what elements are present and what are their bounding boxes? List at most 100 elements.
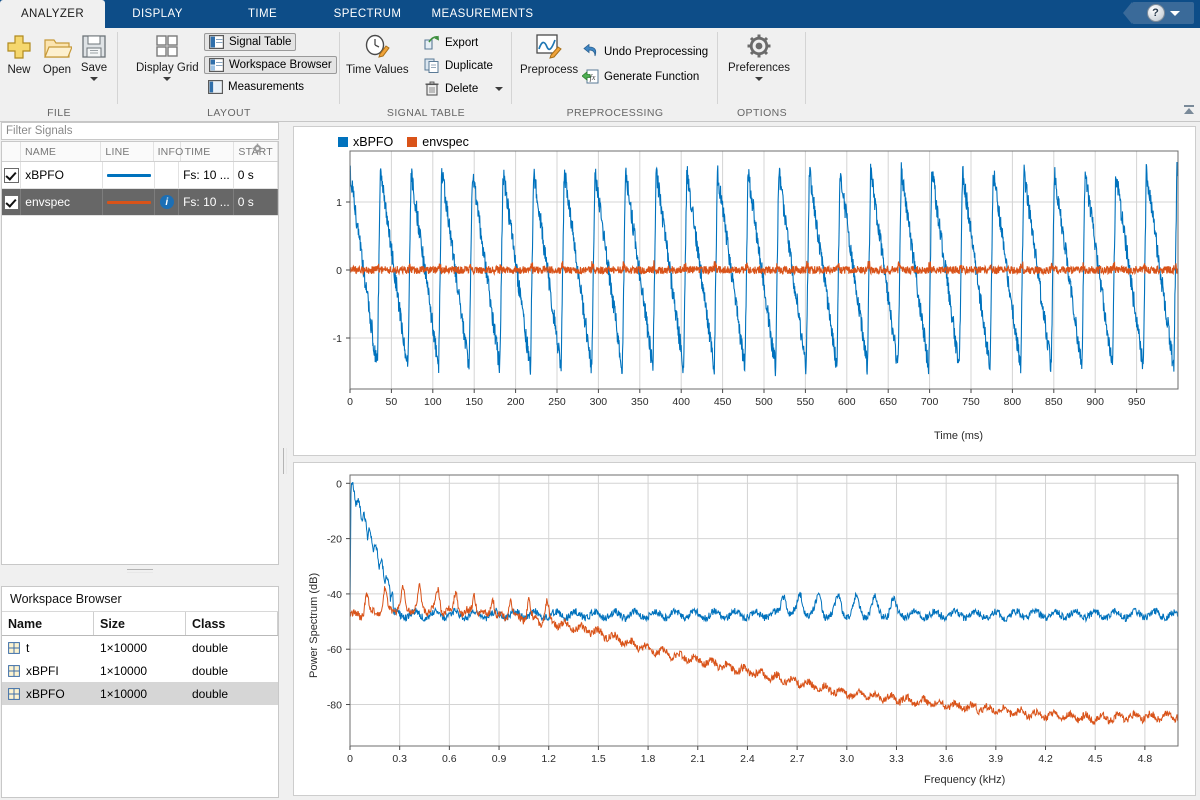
workspace-header-class[interactable]: Class [186, 612, 278, 635]
workspace-row-class: double [186, 659, 278, 682]
svg-text:3.6: 3.6 [939, 753, 954, 765]
help-question-icon: ? [1147, 4, 1165, 22]
list-item[interactable]: xBPFI 1×10000 double [2, 659, 278, 682]
workspace-row-class: double [186, 682, 278, 705]
undo-arrow-icon [582, 44, 599, 59]
tab-time-label: TIME [248, 0, 277, 28]
preferences-caret-icon[interactable] [755, 77, 763, 81]
delete-dropdown-caret-icon[interactable] [495, 87, 503, 91]
save-button[interactable]: Save [80, 32, 108, 81]
workspace-browser-panel: Workspace Browser Name Size Class t 1×10… [1, 586, 279, 798]
svg-text:4.8: 4.8 [1138, 753, 1153, 765]
export-icon [424, 35, 440, 50]
generate-function-label: Generate Function [604, 71, 699, 83]
generate-function-button[interactable]: fx Generate Function [582, 69, 699, 84]
svg-text:150: 150 [465, 396, 483, 408]
svg-text:900: 900 [1086, 396, 1104, 408]
list-item[interactable]: xBPFO 1×10000 double [2, 682, 278, 705]
workspace-header-size[interactable]: Size [94, 612, 186, 635]
svg-text:3.0: 3.0 [839, 753, 854, 765]
new-button[interactable]: New [4, 32, 34, 76]
ribbon-group-options-label: OPTIONS [718, 107, 806, 119]
svg-text:600: 600 [838, 396, 856, 408]
svg-text:350: 350 [631, 396, 649, 408]
signal-table-toggle[interactable]: Signal Table [204, 33, 296, 51]
measurements-toggle[interactable]: Measurements [204, 79, 308, 95]
workspace-browser-header: Name Size Class [2, 612, 278, 636]
signal-row-name: xBPFO [21, 162, 103, 188]
workspace-header-name[interactable]: Name [2, 612, 94, 635]
legend-label: envspec [422, 135, 469, 149]
time-plot-panel[interactable]: xBPFO envspec 05010015020025030035040045… [293, 126, 1196, 456]
tab-display[interactable]: DISPLAY [105, 0, 210, 28]
new-plus-icon [4, 32, 34, 62]
preferences-button[interactable]: Preferences [728, 32, 790, 81]
filter-signals-input[interactable]: Filter Signals [1, 122, 279, 140]
workspace-browser-toggle[interactable]: Workspace Browser [204, 56, 337, 74]
preprocess-button[interactable]: Preprocess [520, 32, 578, 76]
spectrum-plot-yaxis-label: Power Spectrum (dB) [308, 573, 320, 678]
signal-table-settings-gear-icon[interactable] [252, 143, 263, 154]
table-row[interactable]: envspec i Fs: 10 ... 0 s [2, 189, 278, 216]
undo-preprocessing-button[interactable]: Undo Preprocessing [582, 44, 708, 59]
signal-table-header-info: INFO [154, 142, 181, 161]
panel-horizontal-splitter[interactable] [1, 567, 279, 575]
generate-function-icon: fx [582, 69, 599, 84]
save-dropdown-caret-icon[interactable] [90, 77, 98, 81]
signal-row-checkbox[interactable] [2, 162, 21, 188]
display-grid-icon [153, 32, 181, 60]
tab-analyzer[interactable]: ANALYZER [0, 0, 105, 28]
signal-row-line-swatch-cell [103, 189, 155, 215]
svg-text:200: 200 [507, 396, 525, 408]
signal-table-header-check [2, 142, 21, 161]
help-button[interactable]: ? [1132, 2, 1194, 24]
ribbon-group-file-label: FILE [0, 107, 118, 119]
tab-measurements[interactable]: MEASUREMENTS [420, 0, 545, 28]
collapse-ribbon-button[interactable] [1182, 103, 1196, 117]
signal-row-start: 0 s [234, 162, 278, 188]
panel-vertical-splitter[interactable] [281, 122, 289, 800]
svg-text:0.3: 0.3 [392, 753, 407, 765]
open-button[interactable]: Open [42, 32, 72, 76]
signal-row-start: 0 s [234, 189, 278, 215]
delete-button[interactable]: Delete [424, 81, 503, 96]
time-plot-xaxis-label: Time (ms) [934, 430, 983, 442]
duplicate-icon [424, 58, 440, 73]
spectrum-plot-xaxis-label: Frequency (kHz) [924, 774, 1005, 786]
signal-row-checkbox[interactable] [2, 189, 21, 215]
list-item[interactable]: t 1×10000 double [2, 636, 278, 659]
workspace-row-name: xBPFI [26, 664, 59, 678]
svg-text:100: 100 [424, 396, 442, 408]
svg-text:250: 250 [548, 396, 566, 408]
display-grid-button[interactable]: Display Grid [136, 32, 199, 81]
variable-grid-icon [8, 688, 20, 700]
tab-time[interactable]: TIME [210, 0, 315, 28]
svg-text:3.9: 3.9 [989, 753, 1004, 765]
signal-row-info[interactable]: i [155, 189, 179, 215]
table-row[interactable]: xBPFO Fs: 10 ... 0 s [2, 162, 278, 189]
signal-table-header: NAME LINE INFO TIME START [2, 142, 278, 162]
legend-item-xbpfo[interactable]: xBPFO [338, 135, 393, 149]
tab-spectrum[interactable]: SPECTRUM [315, 0, 420, 28]
export-button[interactable]: Export [424, 35, 478, 50]
svg-text:50: 50 [386, 396, 398, 408]
time-plot-legend: xBPFO envspec [338, 135, 469, 149]
svg-text:800: 800 [1004, 396, 1022, 408]
svg-text:-40: -40 [327, 589, 342, 601]
display-grid-label: Display Grid [136, 62, 199, 74]
signal-row-time: Fs: 10 ... [179, 162, 234, 188]
checkbox-checked-icon [4, 168, 19, 183]
duplicate-button[interactable]: Duplicate [424, 58, 493, 73]
time-values-clock-pencil-icon [362, 32, 392, 62]
svg-text:2.7: 2.7 [790, 753, 805, 765]
open-button-label: Open [43, 64, 71, 76]
tab-display-label: DISPLAY [132, 0, 183, 28]
spectrum-plot-panel[interactable]: 00.30.60.91.21.51.82.12.42.73.03.33.63.9… [293, 462, 1196, 796]
time-values-button[interactable]: Time Values [346, 32, 409, 76]
workspace-row-name: t [26, 641, 29, 655]
display-grid-caret-icon[interactable] [163, 77, 171, 81]
legend-item-envspec[interactable]: envspec [407, 135, 469, 149]
workspace-row-size: 1×10000 [94, 659, 186, 682]
svg-text:300: 300 [590, 396, 608, 408]
svg-text:2.4: 2.4 [740, 753, 755, 765]
